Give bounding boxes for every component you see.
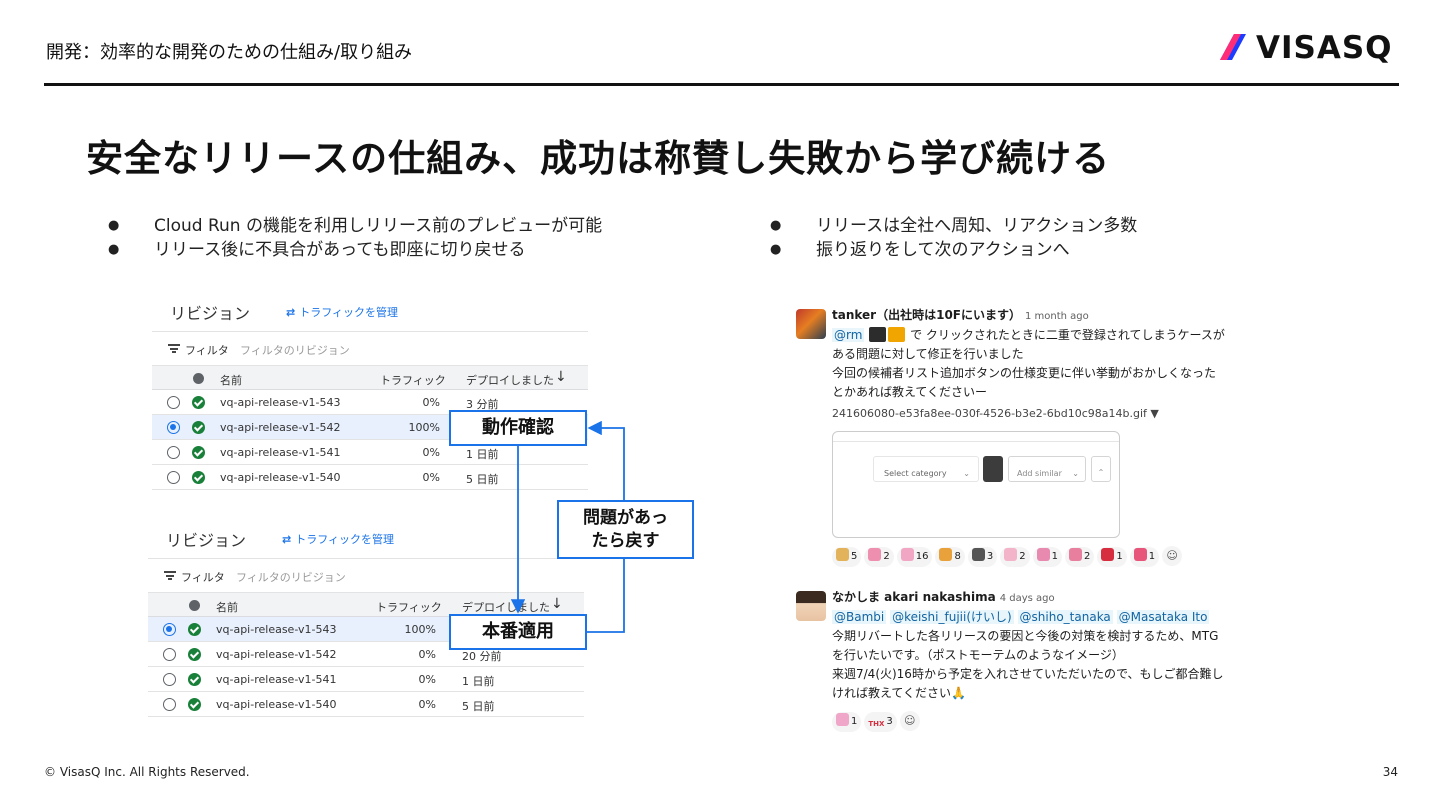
callout-rollback-line1: 問題があっ xyxy=(583,508,668,528)
add-similar-button: Add similar ⌄ xyxy=(1008,456,1086,482)
reaction-pill[interactable]: 3 xyxy=(967,547,998,567)
stamp-emoji-icon xyxy=(1004,548,1018,561)
reaction-pill[interactable]: 8 xyxy=(935,547,965,567)
reaction-count: 3 xyxy=(986,551,994,562)
preview-button xyxy=(983,456,1003,482)
chevron-down-icon: ⌄ xyxy=(1072,469,1079,478)
callout-production: 本番適用 xyxy=(449,614,587,650)
message-text: 今回の候補者リスト追加ボタンの仕様変更に伴い挙動がおかしくなった xyxy=(832,366,1217,380)
message-text: ある問題に対して修正を行いました xyxy=(832,347,1024,361)
add-reaction-icon[interactable]: ☺ xyxy=(899,711,920,731)
mention[interactable]: @Bambi xyxy=(832,610,887,624)
party-popper-icon xyxy=(939,548,953,561)
reaction-count: 1 xyxy=(1148,551,1156,562)
red-heart-icon xyxy=(1101,548,1115,561)
message-author[interactable]: なかしま akari nakashima xyxy=(832,590,996,604)
page-number: 34 xyxy=(1382,765,1398,779)
message-text: 来週7/4(火)16時から予定を入れさせていただいたので、もしご都合難し xyxy=(832,667,1224,681)
mention[interactable]: @keishi_fujii(けいし) xyxy=(890,610,1014,624)
reaction-count: 2 xyxy=(883,551,890,562)
mention[interactable]: @shiho_tanaka xyxy=(1017,610,1113,624)
message-time[interactable]: 1 month ago xyxy=(1025,311,1089,322)
copyright: © VisasQ Inc. All Rights Reserved. xyxy=(44,765,250,779)
reaction-bar: 5 2 16 8 3 2 1 2 1 1 ☺ xyxy=(832,546,1236,567)
message-text: で クリックされたときに二重で登録されてしまうケースが xyxy=(910,328,1225,342)
reaction-count: 1 xyxy=(1051,551,1058,562)
reaction-count: 1 xyxy=(851,716,858,727)
select-category-dropdown: Select category ⌄ xyxy=(873,456,979,482)
preview-toolbar xyxy=(833,432,1119,442)
callout-check: 動作確認 xyxy=(449,410,587,446)
select-category-label: Select category xyxy=(884,469,947,478)
reaction-bar: 1 THX 3 ☺ xyxy=(832,711,1236,732)
mention[interactable]: @rm xyxy=(832,328,865,342)
thx-emoji-icon: THX xyxy=(868,720,885,728)
message-text: 今期リバートした各リリースの要因と今後の対策を検討するため、MTG xyxy=(832,629,1219,643)
stamp-emoji-icon xyxy=(836,713,849,726)
add-reaction-icon[interactable]: ☺ xyxy=(1162,546,1183,566)
chevron-down-icon: ⌄ xyxy=(963,469,970,478)
custom-emoji-icon xyxy=(869,327,887,342)
chevron-down-icon[interactable]: ▼ xyxy=(1150,407,1158,420)
reaction-pill[interactable]: 16 xyxy=(896,547,933,567)
custom-emoji-icon xyxy=(888,327,906,342)
reaction-pill[interactable]: 1 xyxy=(1032,547,1062,567)
reaction-pill[interactable]: 1 xyxy=(1097,547,1127,567)
eyes-emoji-icon xyxy=(836,548,849,561)
reaction-pill[interactable]: 2 xyxy=(1064,547,1095,567)
reaction-count: 2 xyxy=(1019,551,1026,562)
message-body: なかしま akari nakashima 4 days ago @Bambi @k… xyxy=(832,588,1236,732)
message-text: を行いたいです。（ポストモーテムのようなイメージ） xyxy=(832,648,1124,662)
reaction-count: 5 xyxy=(851,551,858,562)
add-similar-label: Add similar xyxy=(1017,469,1062,478)
pink-heart-icon xyxy=(1133,548,1147,561)
reaction-pill[interactable]: 1 xyxy=(832,712,862,732)
god-emoji-icon xyxy=(971,548,985,561)
reaction-pill[interactable]: 1 xyxy=(1129,547,1160,567)
avatar[interactable] xyxy=(796,591,826,621)
reaction-count: 1 xyxy=(1116,551,1123,562)
stamp-emoji-icon xyxy=(1036,548,1050,561)
callout-rollback-line2: たら戻す xyxy=(591,531,660,551)
reaction-count: 3 xyxy=(886,716,893,727)
reaction-pill[interactable]: 2 xyxy=(1000,547,1030,567)
message-body: tanker（出社時は10Fにいます） 1 month ago @rm で クリッ… xyxy=(832,306,1236,567)
reaction-pill[interactable]: 2 xyxy=(864,547,894,567)
reaction-count: 8 xyxy=(954,551,961,562)
reaction-pill[interactable]: THX 3 xyxy=(864,712,897,732)
reaction-count: 2 xyxy=(1083,551,1091,562)
mention[interactable]: @Masataka Ito xyxy=(1116,610,1210,624)
stamp-emoji-icon xyxy=(868,548,882,561)
message-author[interactable]: tanker（出社時は10Fにいます） xyxy=(832,308,1021,322)
avatar[interactable] xyxy=(796,309,826,339)
chevron-up-icon: ⌃ xyxy=(1091,456,1111,482)
reaction-pill[interactable]: 5 xyxy=(832,547,862,567)
attachment-preview[interactable]: Select category ⌄ Add similar ⌄ ⌃ xyxy=(832,431,1120,538)
stamp-emoji-icon xyxy=(1068,548,1082,561)
reaction-count: 16 xyxy=(915,551,929,562)
attachment-filename: 241606080-e53fa8ee-030f-4526-b3e2-6bd10c… xyxy=(832,407,1147,420)
callout-rollback: 問題があっ たら戻す xyxy=(557,500,694,559)
message-time[interactable]: 4 days ago xyxy=(1000,593,1055,604)
message-text: とかあれば教えてくださいー xyxy=(832,385,988,399)
stamp-emoji-icon xyxy=(900,548,914,561)
attachment-name[interactable]: 241606080-e53fa8ee-030f-4526-b3e2-6bd10c… xyxy=(832,404,1236,423)
message-text: ければ教えてください🙏 xyxy=(832,686,966,700)
